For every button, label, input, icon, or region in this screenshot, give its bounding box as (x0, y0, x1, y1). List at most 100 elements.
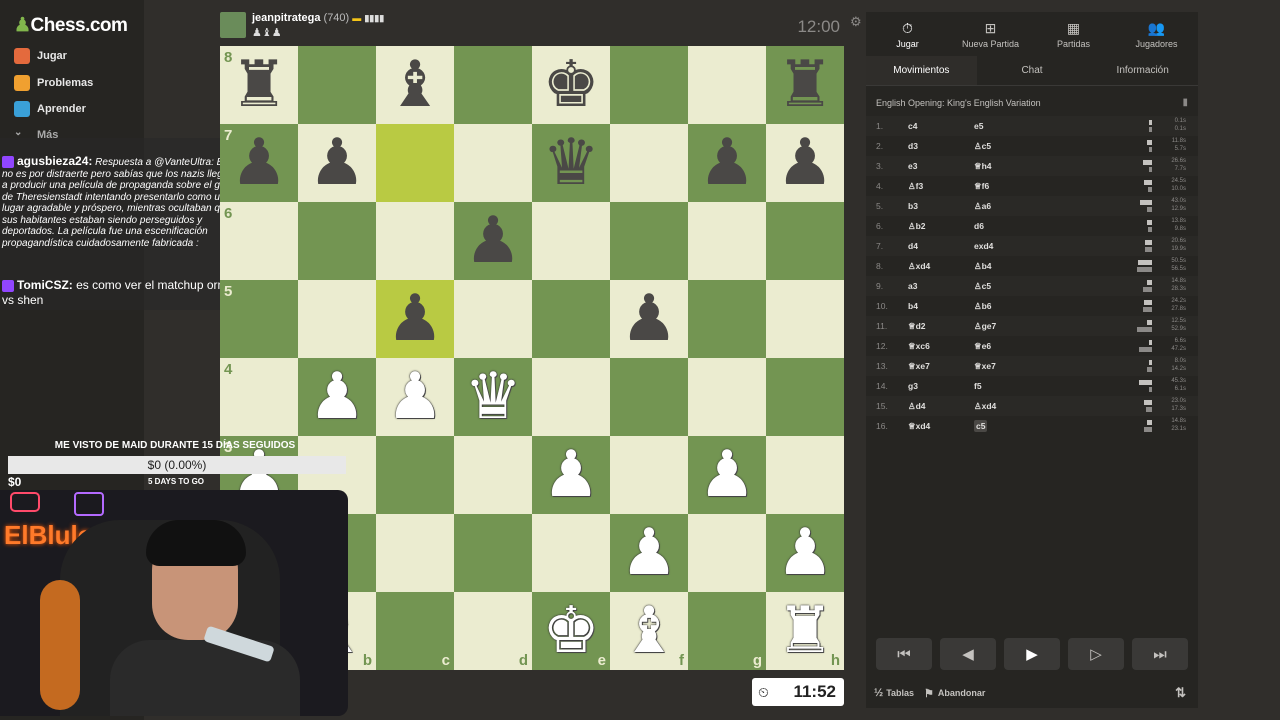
square-c3[interactable] (376, 436, 454, 514)
white-move[interactable]: d4 (908, 241, 974, 251)
square-h4[interactable] (766, 358, 844, 436)
square-c4[interactable]: ♟ (376, 358, 454, 436)
white-queen-icon[interactable]: ♛ (464, 358, 521, 436)
chesscom-logo[interactable]: ♟Chess.com (14, 14, 128, 37)
black-move[interactable]: ♙ge7 (974, 321, 1154, 332)
black-pawn-icon[interactable]: ♟ (386, 280, 443, 358)
square-a7[interactable]: 7 ♟ (220, 124, 298, 202)
square-h8[interactable]: ♜ (766, 46, 844, 124)
black-move[interactable]: ♕f6 (974, 181, 1154, 192)
square-c7[interactable] (376, 124, 454, 202)
white-pawn-icon[interactable]: ♟ (620, 514, 677, 592)
square-h6[interactable] (766, 202, 844, 280)
black-move[interactable]: ♙a6 (974, 201, 1154, 212)
sidebar-item-aprender[interactable]: Aprender (14, 98, 86, 120)
play-button[interactable]: ▶ (1004, 638, 1060, 670)
square-h7[interactable]: ♟ (766, 124, 844, 202)
resign-button[interactable]: ⚑ Abandonar (924, 687, 985, 700)
white-pawn-icon[interactable]: ♟ (542, 436, 599, 514)
black-move[interactable]: c5 (974, 420, 1154, 432)
black-bishop-icon[interactable]: ♝ (386, 46, 443, 124)
square-e4[interactable] (532, 358, 610, 436)
white-move[interactable]: ♕xd4 (908, 421, 974, 432)
prev-move-button[interactable]: ◀ (940, 638, 996, 670)
white-move[interactable]: ♕xe7 (908, 361, 974, 372)
square-g5[interactable] (688, 280, 766, 358)
white-move[interactable]: g3 (908, 381, 974, 391)
white-rook-icon[interactable]: ♜ (776, 592, 833, 670)
square-h3[interactable] (766, 436, 844, 514)
square-b4[interactable]: ♟ (298, 358, 376, 436)
white-king-icon[interactable]: ♚ (542, 592, 599, 670)
square-g6[interactable] (688, 202, 766, 280)
square-f3[interactable] (610, 436, 688, 514)
white-move[interactable]: ♙xd4 (908, 261, 974, 272)
white-move[interactable]: a3 (908, 281, 974, 291)
white-move[interactable]: e3 (908, 161, 974, 171)
square-d6[interactable]: ♟ (454, 202, 532, 280)
black-move[interactable]: e5 (974, 121, 1154, 131)
square-f2[interactable]: ♟ (610, 514, 688, 592)
square-g7[interactable]: ♟ (688, 124, 766, 202)
black-pawn-icon[interactable]: ♟ (464, 202, 521, 280)
square-e8[interactable]: ♚ (532, 46, 610, 124)
black-move[interactable]: d6 (974, 221, 1154, 231)
last-move-button[interactable]: ⏭ (1132, 638, 1188, 670)
tab-partidas[interactable]: ▦ Partidas (1032, 12, 1115, 56)
square-d7[interactable] (454, 124, 532, 202)
square-a4[interactable]: 4 (220, 358, 298, 436)
draw-button[interactable]: ½ Tablas (874, 687, 914, 699)
sidebar-item-jugar[interactable]: Jugar (14, 45, 67, 67)
white-move[interactable]: b3 (908, 201, 974, 211)
square-d2[interactable] (454, 514, 532, 592)
white-pawn-icon[interactable]: ♟ (386, 358, 443, 436)
square-d4[interactable]: ♛ (454, 358, 532, 436)
white-move[interactable]: c4 (908, 121, 974, 131)
tab-informacion[interactable]: Información (1087, 56, 1198, 85)
square-h5[interactable] (766, 280, 844, 358)
white-move[interactable]: ♕xc6 (908, 341, 974, 352)
black-pawn-icon[interactable]: ♟ (230, 124, 287, 202)
tab-movimientos[interactable]: Movimientos (866, 56, 977, 85)
black-move[interactable]: ♙xd4 (974, 401, 1154, 412)
white-move[interactable]: d3 (908, 141, 974, 151)
square-a8[interactable]: 8 ♜ (220, 46, 298, 124)
white-move[interactable]: ♙b2 (908, 221, 974, 232)
square-b7[interactable]: ♟ (298, 124, 376, 202)
square-f5[interactable]: ♟ (610, 280, 688, 358)
white-move[interactable]: ♙d4 (908, 401, 974, 412)
black-move[interactable]: ♙b4 (974, 261, 1154, 272)
black-move[interactable]: ♕e6 (974, 341, 1154, 352)
square-f7[interactable] (610, 124, 688, 202)
square-c8[interactable]: ♝ (376, 46, 454, 124)
tab-jugadores[interactable]: 👥 Jugadores (1115, 12, 1198, 56)
square-d3[interactable] (454, 436, 532, 514)
white-pawn-icon[interactable]: ♟ (698, 436, 755, 514)
black-move[interactable]: exd4 (974, 241, 1154, 251)
square-f1[interactable]: f ♝ (610, 592, 688, 670)
square-b8[interactable] (298, 46, 376, 124)
black-pawn-icon[interactable]: ♟ (776, 124, 833, 202)
square-c1[interactable]: c (376, 592, 454, 670)
square-f8[interactable] (610, 46, 688, 124)
white-move[interactable]: b4 (908, 301, 974, 311)
square-e7[interactable]: ♛ (532, 124, 610, 202)
white-move[interactable]: ♙f3 (908, 181, 974, 192)
next-move-button[interactable]: ▷ (1068, 638, 1124, 670)
square-e6[interactable] (532, 202, 610, 280)
white-pawn-icon[interactable]: ♟ (308, 358, 365, 436)
black-move[interactable]: ♕xe7 (974, 361, 1154, 372)
square-c5[interactable]: ♟ (376, 280, 454, 358)
square-b5[interactable] (298, 280, 376, 358)
square-a5[interactable]: 5 (220, 280, 298, 358)
square-g4[interactable] (688, 358, 766, 436)
sidebar-item-problemas[interactable]: Problemas (14, 72, 93, 94)
square-f6[interactable] (610, 202, 688, 280)
tab-jugar[interactable]: ⏱ Jugar (866, 12, 949, 56)
black-king-icon[interactable]: ♚ (542, 46, 599, 124)
square-e1[interactable]: e ♚ (532, 592, 610, 670)
square-g3[interactable]: ♟ (688, 436, 766, 514)
white-pawn-icon[interactable]: ♟ (776, 514, 833, 592)
black-rook-icon[interactable]: ♜ (230, 46, 287, 124)
black-queen-icon[interactable]: ♛ (542, 124, 599, 202)
